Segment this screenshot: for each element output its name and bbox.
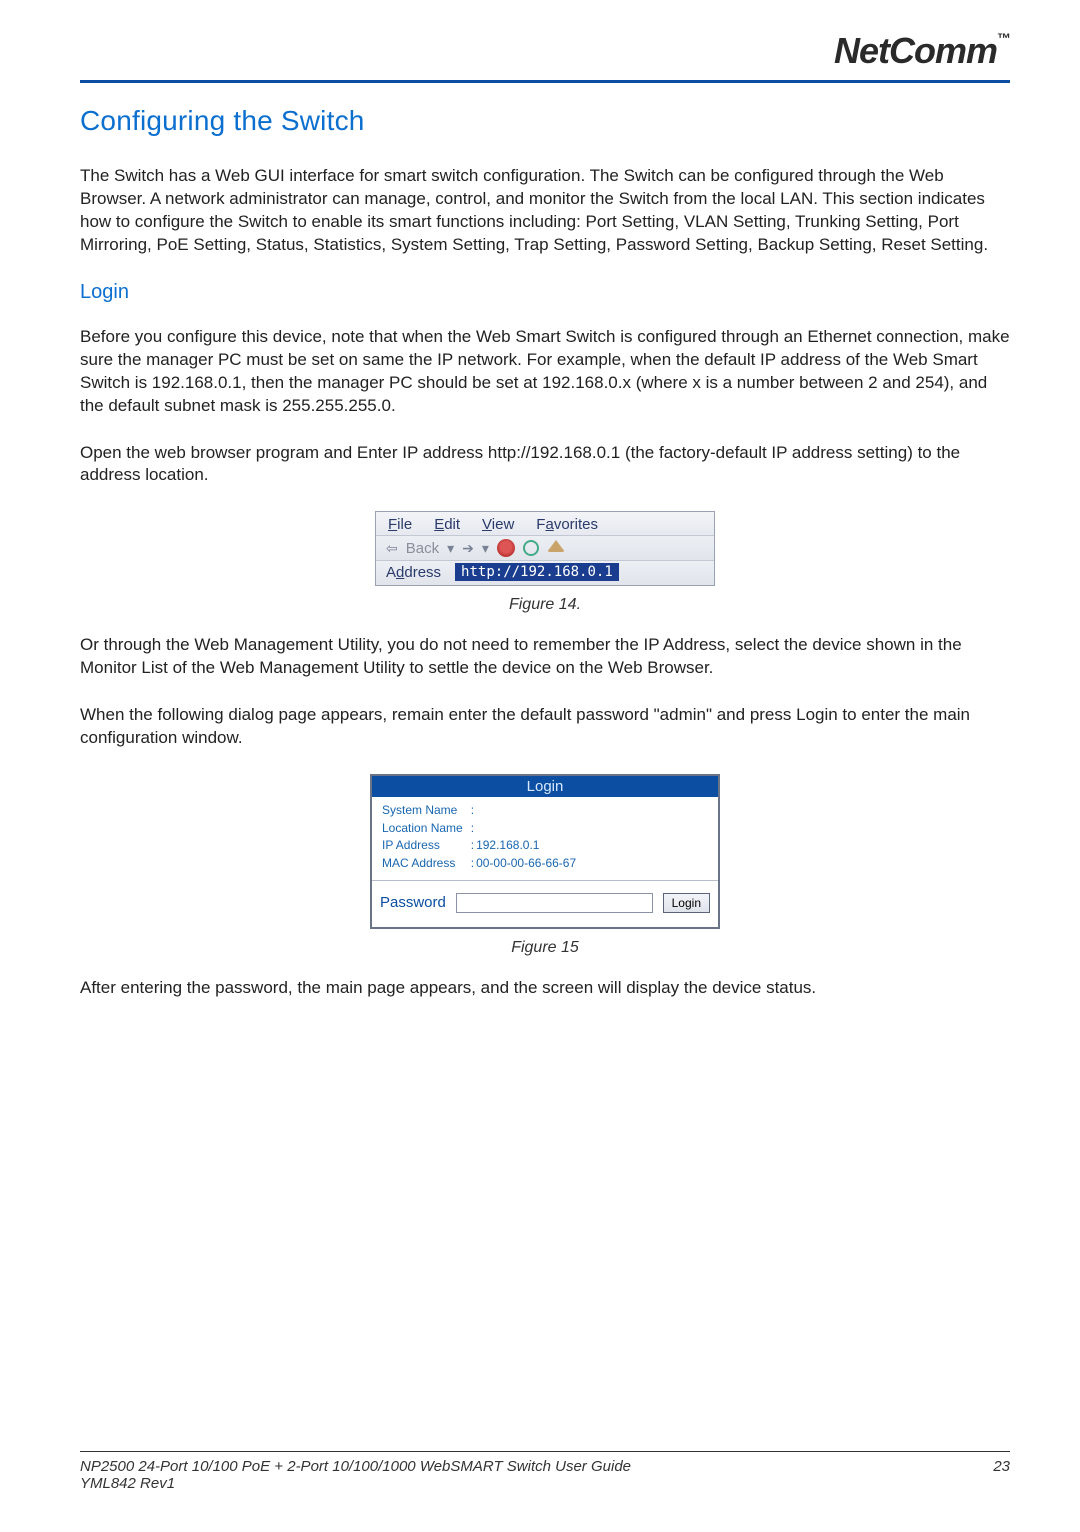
footer-page-number: 23 — [993, 1458, 1010, 1492]
row-ip-address: IP Address : 192.168.0.1 — [382, 838, 576, 854]
dropdown-caret-icon: ▾ — [447, 540, 454, 557]
page-footer: NP2500 24-Port 10/100 PoE + 2-Port 10/10… — [80, 1451, 1010, 1492]
figure-14-caption: Figure 14. — [80, 596, 1010, 614]
figure-15: Login System Name : Location Name : IP A… — [80, 774, 1010, 928]
row-mac-address: MAC Address : 00-00-00-66-66-67 — [382, 856, 576, 872]
login-dialog-title: Login — [372, 776, 718, 797]
system-name-label: System Name — [382, 803, 469, 819]
refresh-icon[interactable] — [523, 540, 539, 556]
after-fig14-paragraph: Or through the Web Management Utility, y… — [80, 634, 1010, 680]
location-name-label: Location Name — [382, 821, 469, 837]
address-label: Address — [386, 564, 441, 581]
row-location-name: Location Name : — [382, 821, 576, 837]
location-name-value — [476, 821, 576, 837]
dropdown-caret-icon: ▾ — [482, 540, 489, 557]
mac-address-value: 00-00-00-66-66-67 — [476, 856, 576, 872]
menu-favorites[interactable]: Favorites — [536, 516, 598, 533]
figure-15-caption: Figure 15 — [80, 939, 1010, 957]
password-label: Password — [380, 894, 446, 911]
row-system-name: System Name : — [382, 803, 576, 819]
before-fig15-paragraph: When the following dialog page appears, … — [80, 704, 1010, 750]
login-button[interactable]: Login — [663, 893, 710, 913]
menu-edit[interactable]: Edit — [434, 516, 460, 533]
menu-file[interactable]: File — [388, 516, 412, 533]
menu-view[interactable]: View — [482, 516, 514, 533]
footer-doc-id: YML842 Rev1 — [80, 1475, 631, 1492]
address-url[interactable]: http://192.168.0.1 — [455, 563, 619, 581]
password-input[interactable] — [456, 893, 653, 913]
browser-tool-row: ⇦ Back ▾ ➔ ▾ — [376, 536, 714, 561]
intro-paragraph: The Switch has a Web GUI interface for s… — [80, 165, 1010, 257]
login-paragraph-1: Before you configure this device, note t… — [80, 326, 1010, 418]
system-name-value — [476, 803, 576, 819]
figure-14: File Edit View Favorites ⇦ Back ▾ ➔ ▾ Ad… — [80, 511, 1010, 586]
ip-address-value: 192.168.0.1 — [476, 838, 576, 854]
stop-icon[interactable] — [497, 539, 515, 557]
footer-guide-title: NP2500 24-Port 10/100 PoE + 2-Port 10/10… — [80, 1458, 631, 1475]
forward-arrow-icon[interactable]: ➔ — [462, 540, 474, 557]
login-heading: Login — [80, 281, 1010, 304]
back-arrow-icon: ⇦ — [386, 540, 398, 557]
page-title: Configuring the Switch — [80, 105, 1010, 137]
mac-address-label: MAC Address — [382, 856, 469, 872]
after-fig15-paragraph: After entering the password, the main pa… — [80, 977, 1010, 1000]
header-rule — [80, 80, 1010, 83]
address-row: Address http://192.168.0.1 — [376, 561, 714, 585]
home-icon[interactable] — [547, 540, 565, 552]
brand-logo: NetComm™ — [834, 30, 1010, 72]
brand-tm: ™ — [997, 30, 1010, 46]
login-paragraph-2: Open the web browser program and Enter I… — [80, 442, 1010, 488]
login-password-row: Password Login — [372, 881, 718, 927]
login-dialog: Login System Name : Location Name : IP A… — [370, 774, 720, 928]
login-info-panel: System Name : Location Name : IP Address… — [372, 797, 718, 880]
ip-address-label: IP Address — [382, 838, 469, 854]
back-button[interactable]: Back — [406, 540, 439, 557]
browser-toolbar-mock: File Edit View Favorites ⇦ Back ▾ ➔ ▾ Ad… — [375, 511, 715, 586]
brand-name: NetComm — [834, 30, 997, 71]
browser-menu-bar: File Edit View Favorites — [376, 512, 714, 536]
